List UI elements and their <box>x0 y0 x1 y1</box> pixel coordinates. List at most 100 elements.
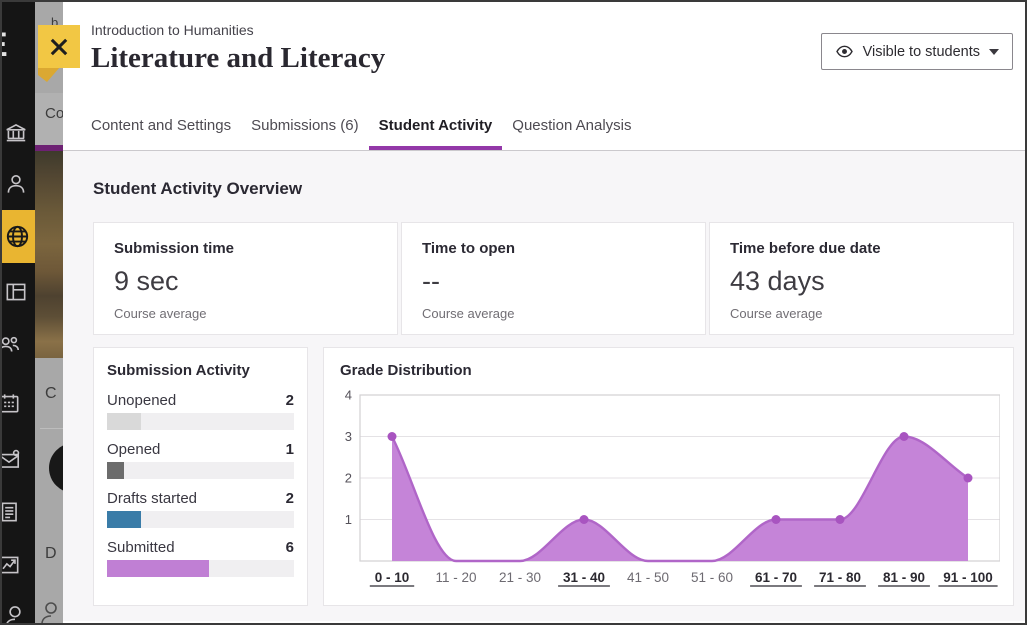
x-axis-label-link[interactable]: 0 - 10 <box>375 570 410 585</box>
sidebar-item-active[interactable] <box>0 210 35 263</box>
activity-row-unopened: Unopened 2 <box>107 392 294 430</box>
person-partial-icon[interactable] <box>2 602 28 625</box>
breadcrumb: Introduction to Humanities <box>91 22 254 38</box>
card-title: Submission Activity <box>107 362 294 379</box>
row-count: 2 <box>286 490 294 507</box>
close-panel-button[interactable] <box>38 25 80 68</box>
row-label: Drafts started <box>107 490 197 507</box>
y-axis-label: 1 <box>345 512 352 527</box>
x-axis-label: 41 - 50 <box>627 570 669 585</box>
stat-card-row: Submission time 9 sec Course average Tim… <box>93 222 1014 335</box>
row-label: Submitted <box>107 539 175 556</box>
chart-point[interactable] <box>964 474 973 483</box>
chart-point[interactable] <box>772 515 781 524</box>
panel-header: Introduction to Humanities Literature an… <box>63 2 1025 100</box>
bar-track <box>107 413 294 430</box>
background-tab-bar <box>35 93 63 151</box>
profile-icon[interactable] <box>3 171 29 197</box>
chevron-down-icon <box>989 49 999 55</box>
stat-title: Submission time <box>114 240 377 257</box>
globe-icon <box>4 223 31 250</box>
activity-row-submitted: Submitted 6 <box>107 539 294 577</box>
chart-point[interactable] <box>836 515 845 524</box>
stat-value: 9 sec <box>114 266 377 297</box>
eye-icon <box>835 42 854 61</box>
x-axis-label-link[interactable]: 61 - 70 <box>755 570 797 585</box>
stat-title: Time before due date <box>730 240 993 257</box>
chart-point[interactable] <box>900 432 909 441</box>
y-axis-label: 3 <box>345 429 352 444</box>
y-axis-label: 4 <box>345 388 352 403</box>
submission-activity-rows: Unopened2 Opened1 Drafts started2 S <box>107 392 294 577</box>
pages-icon[interactable] <box>3 279 29 305</box>
tab-bar: Content and Settings Submissions (6) Stu… <box>63 100 1025 151</box>
stat-card-submission-time: Submission time 9 sec Course average <box>93 222 398 335</box>
tab-question-analysis[interactable]: Question Analysis <box>502 100 641 150</box>
stat-title: Time to open <box>422 240 685 257</box>
chart-point[interactable] <box>388 432 397 441</box>
section-heading: Student Activity Overview <box>93 179 1014 199</box>
visibility-dropdown-button[interactable]: Visible to students <box>821 33 1013 70</box>
row-label: Opened <box>107 441 160 458</box>
bar-fill <box>107 560 209 577</box>
brand-logo-fragment: E <box>0 26 8 65</box>
stat-caption: Course average <box>422 306 515 321</box>
x-axis-label: 51 - 60 <box>691 570 733 585</box>
tab-submissions[interactable]: Submissions (6) <box>241 100 369 150</box>
row-count: 6 <box>286 539 294 556</box>
background-page: b Co C D <box>35 0 63 625</box>
close-icon <box>50 38 68 56</box>
groups-icon[interactable] <box>0 332 22 358</box>
bar-track <box>107 560 294 577</box>
bar-track <box>107 511 294 528</box>
background-tab-fragment: Co <box>45 105 63 122</box>
submission-activity-card: Submission Activity Unopened 2 Opened1 Dr… <box>93 347 308 606</box>
y-axis-label: 2 <box>345 471 352 486</box>
chart-point[interactable] <box>580 515 589 524</box>
person-icon <box>38 600 62 625</box>
chart-area <box>392 437 968 562</box>
stat-caption: Course average <box>114 306 207 321</box>
bar-fill <box>107 462 124 479</box>
x-axis-label-link[interactable]: 71 - 80 <box>819 570 861 585</box>
page-title: Literature and Literacy <box>91 42 385 75</box>
x-axis-label: 21 - 30 <box>499 570 541 585</box>
background-heading-fragment-2: D <box>45 545 57 563</box>
calendar-icon[interactable] <box>0 390 22 416</box>
stat-card-time-to-open: Time to open -- Course average <box>401 222 706 335</box>
institution-icon[interactable] <box>3 120 29 146</box>
x-axis-label-link[interactable]: 81 - 90 <box>883 570 925 585</box>
x-axis-label-link[interactable]: 31 - 40 <box>563 570 605 585</box>
messages-icon[interactable] <box>0 447 22 473</box>
x-axis-label: 11 - 20 <box>435 570 476 585</box>
activity-row-opened: Opened1 <box>107 441 294 479</box>
stat-value: -- <box>422 266 685 297</box>
tab-student-activity[interactable]: Student Activity <box>369 100 503 150</box>
bottom-card-row: Submission Activity Unopened2 Opened1 Dr… <box>93 347 1014 606</box>
close-button-tail <box>38 67 60 82</box>
stat-value: 43 days <box>730 266 993 297</box>
visibility-label: Visible to students <box>863 44 980 60</box>
chart-title: Grade Distribution <box>340 362 997 379</box>
tab-content-and-settings[interactable]: Content and Settings <box>81 100 241 150</box>
grade-distribution-card: Grade Distribution 1 2 3 4 0 - 10 11 - 20 21 -… <box>323 347 1014 606</box>
grade-distribution-chart: 1 2 3 4 0 - 10 11 - 20 21 - 30 31 - 40 41 - 50 51… <box>340 382 1000 595</box>
activity-row-drafts-started: Drafts started 2 <box>107 490 294 528</box>
row-label: Unopened <box>107 392 176 409</box>
row-count: 2 <box>286 392 294 409</box>
stat-card-time-before-due: Time before due date 43 days Course aver… <box>709 222 1014 335</box>
assignment-panel: Introduction to Humanities Literature an… <box>63 2 1025 623</box>
analytics-icon[interactable] <box>0 552 22 578</box>
x-axis-label-link[interactable]: 91 - 100 <box>943 570 993 585</box>
bar-fill <box>107 511 141 528</box>
course-banner-image <box>35 151 63 358</box>
course-nav-sidebar: E <box>0 0 35 625</box>
avatar <box>49 443 63 493</box>
divider <box>40 428 63 429</box>
bar-track <box>107 462 294 479</box>
bar-fill <box>107 413 141 430</box>
student-activity-content: Student Activity Overview Submission tim… <box>63 151 1025 621</box>
gradebook-icon[interactable] <box>0 499 22 525</box>
stat-caption: Course average <box>730 306 823 321</box>
app-window: E b Co <box>0 0 1027 625</box>
